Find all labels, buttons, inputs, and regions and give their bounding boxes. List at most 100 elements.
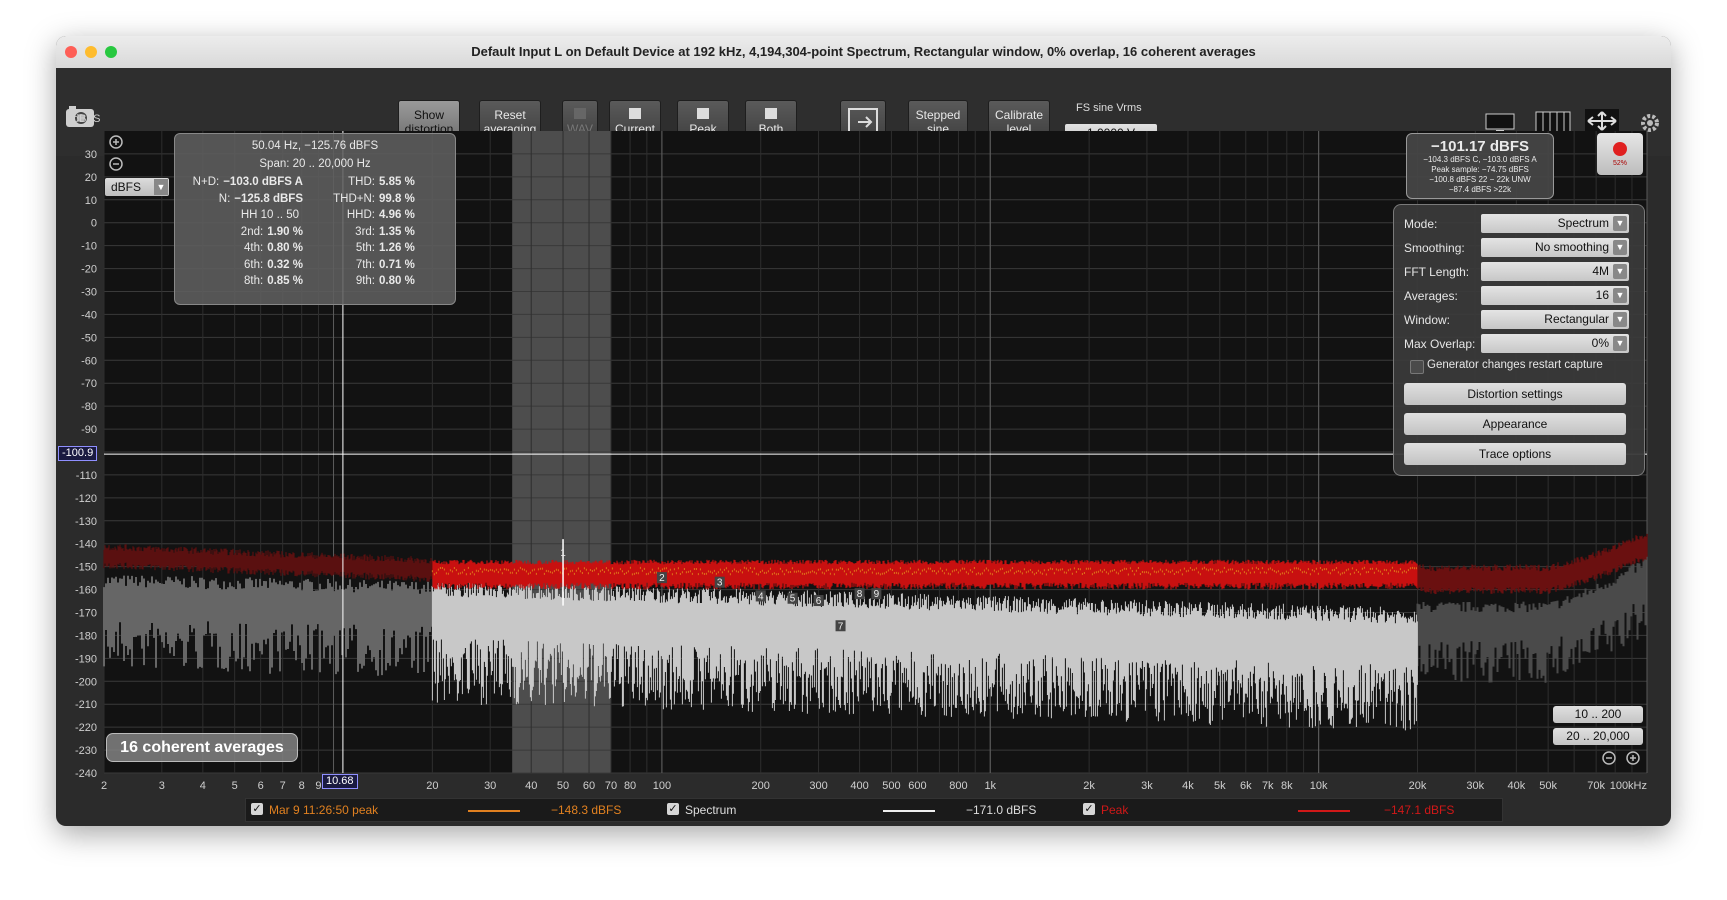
- harmonic-marker: 6: [813, 595, 824, 607]
- info-left-value: 1.90 %: [267, 225, 303, 238]
- info-right-value: 4.96 %: [379, 209, 415, 221]
- info-right-label: THD+N:: [333, 192, 375, 205]
- y-tick-label: -210: [75, 699, 97, 711]
- y-tick-label: -230: [75, 745, 97, 757]
- y-tick-label: -180: [75, 630, 97, 642]
- x-tick-label: 6: [258, 780, 264, 792]
- harmonic-marker-label: 2: [659, 573, 665, 584]
- harmonic-marker-label: 1: [560, 548, 566, 559]
- info-row-right: 9th: 0.80 %: [315, 275, 445, 291]
- zoom-in-x-icon[interactable]: [1625, 750, 1641, 766]
- info-right-label: HHD:: [346, 209, 375, 221]
- info-row: N: −125.8 dBFS: [183, 193, 303, 209]
- setting-select[interactable]: No smoothing ▼: [1481, 238, 1629, 257]
- y-tick-label: -10: [81, 241, 97, 253]
- harmonic-marker: 2: [656, 572, 667, 584]
- x-tick-label: 6k: [1240, 780, 1252, 792]
- legend-value-spectrum: −171.0 dBFS: [966, 803, 1037, 817]
- x-tick-label: 300: [809, 780, 827, 792]
- x-tick-label: 9: [315, 780, 321, 792]
- generator-checkbox[interactable]: [1410, 360, 1424, 374]
- info-row-right: HHD: 4.96 %: [315, 209, 445, 225]
- setting-label: FFT Length:: [1404, 265, 1470, 279]
- info-right-value: 1.35 %: [379, 225, 415, 238]
- chevron-down-icon: ▼: [1613, 312, 1627, 327]
- y-tick-label: 30: [85, 149, 97, 161]
- info-row: 6th: 0.32 %: [183, 259, 303, 275]
- info-header: 50.04 Hz, −125.76 dBFS: [251, 140, 379, 152]
- x-tick-label: 400: [850, 780, 868, 792]
- x-tick-label: 70k: [1587, 780, 1605, 792]
- info-row: HH 10 .. 50: [183, 209, 303, 225]
- x-tick-label: 50: [557, 780, 569, 792]
- record-percent: 52%: [1612, 160, 1627, 167]
- setting-select[interactable]: Rectangular ▼: [1481, 310, 1629, 329]
- info-span: Span: 20 .. 20,000 Hz: [259, 158, 371, 170]
- harmonic-marker-label: 5: [790, 594, 796, 605]
- y-tick-label: -30: [81, 287, 97, 299]
- info-right-value: 99.8 %: [379, 192, 415, 205]
- harmonic-marker: 4: [755, 590, 766, 602]
- info-left-value: −103.0 dBFS A: [223, 176, 303, 188]
- zoom-in-icon[interactable]: [108, 134, 124, 150]
- legend-line-spectrum: [883, 810, 935, 812]
- x-tick-label: 30: [484, 780, 496, 792]
- y-tick-label: -200: [75, 676, 97, 688]
- y-tick-label: -190: [75, 653, 97, 665]
- range-20-20000-button[interactable]: 20 .. 20,000: [1553, 728, 1643, 745]
- setting-value: Rectangular: [1544, 312, 1609, 326]
- info-left-label: 4th:: [244, 242, 264, 254]
- zoom-out-x-icon[interactable]: [1601, 750, 1617, 766]
- y-tick-label: -50: [81, 332, 97, 344]
- setting-label: Window:: [1404, 313, 1451, 327]
- info-row-right: THD+N: 99.8 %: [315, 193, 445, 209]
- harmonic-marker-label: 4: [758, 591, 764, 602]
- legend-checkbox-snapshot[interactable]: ✓: [251, 803, 263, 815]
- harmonic-marker-label: 9: [874, 589, 880, 600]
- level-line-1: −104.3 dBFS C, −103.0 dBFS A: [1423, 155, 1537, 164]
- chevron-down-icon: ▼: [1613, 264, 1627, 279]
- chevron-down-icon: ▼: [154, 179, 168, 195]
- setting-value: Spectrum: [1557, 216, 1609, 230]
- harmonic-marker: 3: [714, 576, 725, 589]
- info-left-label: 8th:: [244, 275, 264, 287]
- info-right-label: 9th:: [355, 275, 375, 287]
- legend-checkbox-peak[interactable]: ✓: [1083, 803, 1095, 815]
- unit-select-value: dBFS: [111, 180, 142, 194]
- info-row-right: THD: 5.85 %: [315, 176, 445, 192]
- setting-select[interactable]: 4M ▼: [1481, 262, 1629, 281]
- y-tick-label: -240: [75, 768, 97, 780]
- x-tick-label: 2: [101, 780, 107, 792]
- info-right-value: 0.71 %: [379, 258, 415, 271]
- chevron-down-icon: ▼: [1613, 216, 1627, 231]
- info-row: 4th: 0.80 %: [183, 242, 303, 258]
- setting-select[interactable]: 0% ▼: [1481, 334, 1629, 353]
- y-tick-label: -220: [75, 722, 97, 734]
- range-10-200-button[interactable]: 10 .. 200: [1553, 706, 1643, 723]
- setting-select[interactable]: 16 ▼: [1481, 286, 1629, 305]
- x-tick-label: 100: [653, 780, 671, 792]
- zoom-out-icon[interactable]: [108, 156, 124, 172]
- info-left-label: N:: [218, 192, 231, 205]
- level-line-2: Peak sample: −74.75 dBFS: [1431, 165, 1529, 174]
- setting-row: Window: Rectangular ▼: [1404, 310, 1634, 330]
- info-right-value: 0.80 %: [379, 275, 415, 287]
- x-tick-label: 30k: [1466, 780, 1484, 792]
- x-tick-label: 4k: [1182, 780, 1194, 792]
- harmonic-marker-label: 8: [857, 589, 863, 600]
- appearance-button[interactable]: Appearance: [1404, 413, 1626, 435]
- info-row: N+D: −103.0 dBFS A: [183, 176, 303, 192]
- x-tick-label: 2k: [1083, 780, 1095, 792]
- x-tick-label: 3: [159, 780, 165, 792]
- setting-value: No smoothing: [1534, 240, 1609, 254]
- legend-checkbox-spectrum[interactable]: ✓: [667, 803, 679, 815]
- chevron-down-icon: ▼: [1613, 336, 1627, 351]
- chevron-down-icon: ▼: [1613, 240, 1627, 255]
- unit-select[interactable]: dBFS ▼: [105, 178, 169, 196]
- info-right-label: 7th:: [355, 258, 375, 271]
- distortion-settings-button[interactable]: Distortion settings: [1404, 383, 1626, 405]
- trace-options-button[interactable]: Trace options: [1404, 443, 1626, 465]
- x-tick-label: 3k: [1141, 780, 1153, 792]
- record-button[interactable]: 52%: [1597, 133, 1643, 175]
- setting-select[interactable]: Spectrum ▼: [1481, 214, 1629, 233]
